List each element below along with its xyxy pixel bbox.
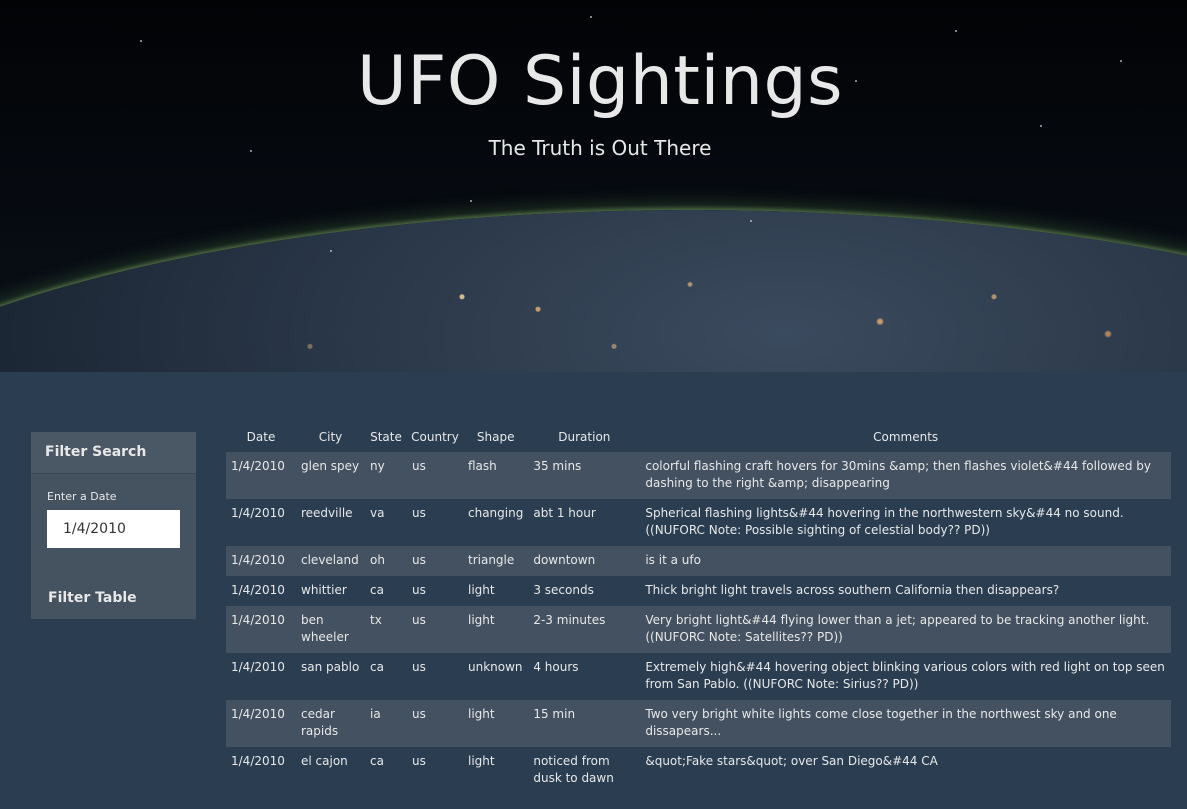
cell-comments: &quot;Fake stars&quot; over San Diego&#4… bbox=[645, 754, 938, 768]
sightings-table: Date City State Country Shape Duration C… bbox=[226, 428, 1171, 794]
table-row: 1/4/2010 ben wheeler tx us light 2-3 min… bbox=[226, 606, 1171, 653]
earth-image bbox=[0, 210, 1187, 372]
cell-state: ia bbox=[370, 707, 381, 721]
cell-shape: triangle bbox=[468, 553, 515, 567]
cell-date: 1/4/2010 bbox=[231, 553, 285, 567]
table-row: 1/4/2010 whittier ca us light 3 seconds … bbox=[226, 576, 1171, 606]
cell-shape: light bbox=[468, 707, 495, 721]
cell-comments: Very bright light&#44 flying lower than … bbox=[645, 613, 1150, 644]
table-row: 1/4/2010 reedville va us changing abt 1 … bbox=[226, 499, 1171, 546]
date-label: Enter a Date bbox=[47, 490, 117, 503]
table-header-row: Date City State Country Shape Duration C… bbox=[226, 428, 1171, 452]
cell-city: san pablo bbox=[301, 660, 360, 674]
cell-comments: is it a ufo bbox=[645, 553, 701, 567]
star bbox=[590, 16, 592, 18]
header-city: City bbox=[318, 430, 343, 444]
cell-state: ca bbox=[370, 583, 384, 597]
cell-duration: 35 mins bbox=[533, 459, 582, 473]
header-comments: Comments bbox=[873, 430, 939, 444]
cell-city: el cajon bbox=[301, 754, 348, 768]
page-subtitle: The Truth is Out There bbox=[488, 136, 712, 160]
cell-city: ben wheeler bbox=[301, 613, 349, 644]
cell-state: ca bbox=[370, 754, 384, 768]
cell-city: whittier bbox=[301, 583, 347, 597]
cell-duration: 3 seconds bbox=[533, 583, 594, 597]
cell-country: us bbox=[412, 459, 426, 473]
cell-city: cleveland bbox=[301, 553, 359, 567]
star bbox=[470, 200, 472, 202]
filter-search-heading: Filter Search bbox=[31, 432, 196, 474]
cell-country: us bbox=[412, 506, 426, 520]
cell-state: ca bbox=[370, 660, 384, 674]
cell-date: 1/4/2010 bbox=[231, 660, 285, 674]
cell-shape: changing bbox=[468, 506, 524, 520]
cell-country: us bbox=[412, 754, 426, 768]
table-row: 1/4/2010 cedar rapids ia us light 15 min… bbox=[226, 700, 1171, 747]
cell-duration: noticed from dusk to dawn bbox=[533, 754, 614, 785]
cell-country: us bbox=[412, 707, 426, 721]
cell-shape: light bbox=[468, 583, 495, 597]
header-country: Country bbox=[411, 430, 459, 444]
cell-state: ny bbox=[370, 459, 385, 473]
star bbox=[1040, 125, 1042, 127]
cell-date: 1/4/2010 bbox=[231, 459, 285, 473]
star bbox=[955, 30, 957, 32]
cell-date: 1/4/2010 bbox=[231, 583, 285, 597]
cell-comments: Extremely high&#44 hovering object blink… bbox=[645, 660, 1165, 691]
cell-country: us bbox=[412, 660, 426, 674]
cell-duration: 15 min bbox=[533, 707, 576, 721]
star bbox=[750, 220, 752, 222]
cell-date: 1/4/2010 bbox=[231, 613, 285, 627]
cell-city: reedville bbox=[301, 506, 353, 520]
cell-shape: light bbox=[468, 613, 495, 627]
page-title: UFO Sightings bbox=[356, 42, 844, 121]
cell-duration: abt 1 hour bbox=[533, 506, 596, 520]
cell-comments: Spherical flashing lights&#44 hovering i… bbox=[645, 506, 1124, 537]
table-row: 1/4/2010 san pablo ca us unknown 4 hours… bbox=[226, 653, 1171, 700]
cell-state: tx bbox=[370, 613, 382, 627]
cell-date: 1/4/2010 bbox=[231, 707, 285, 721]
cell-shape: unknown bbox=[468, 660, 523, 674]
cell-state: va bbox=[370, 506, 385, 520]
filter-table-button[interactable]: Filter Table bbox=[48, 590, 137, 606]
cell-comments: Thick bright light travels across southe… bbox=[645, 583, 1060, 597]
cell-shape: flash bbox=[468, 459, 497, 473]
cell-date: 1/4/2010 bbox=[231, 754, 285, 768]
cell-city: glen spey bbox=[301, 459, 360, 473]
header-shape: Shape bbox=[476, 430, 515, 444]
table-row: 1/4/2010 el cajon ca us light noticed fr… bbox=[226, 747, 1171, 794]
cell-duration: 2-3 minutes bbox=[533, 613, 606, 627]
header-date: Date bbox=[246, 430, 276, 444]
cell-state: oh bbox=[370, 553, 385, 567]
filter-sidebar: Filter Search Enter a Date Filter Table bbox=[31, 432, 196, 619]
cell-comments: Two very bright white lights come close … bbox=[645, 707, 1117, 738]
cell-country: us bbox=[412, 553, 426, 567]
cell-country: us bbox=[412, 613, 426, 627]
hero-banner: UFO Sightings The Truth is Out There bbox=[0, 0, 1187, 372]
star bbox=[330, 250, 332, 252]
cell-date: 1/4/2010 bbox=[231, 506, 285, 520]
header-state: State bbox=[370, 430, 402, 444]
cell-country: us bbox=[412, 583, 426, 597]
cell-duration: 4 hours bbox=[533, 660, 579, 674]
date-input[interactable] bbox=[47, 510, 180, 548]
cell-shape: light bbox=[468, 754, 495, 768]
table-row: 1/4/2010 glen spey ny us flash 35 mins c… bbox=[226, 452, 1171, 499]
header-duration: Duration bbox=[558, 430, 611, 444]
cell-city: cedar rapids bbox=[301, 707, 339, 738]
cell-comments: colorful flashing craft hovers for 30min… bbox=[645, 459, 1151, 490]
table-row: 1/4/2010 cleveland oh us triangle downto… bbox=[226, 546, 1171, 576]
cell-duration: downtown bbox=[533, 553, 596, 567]
